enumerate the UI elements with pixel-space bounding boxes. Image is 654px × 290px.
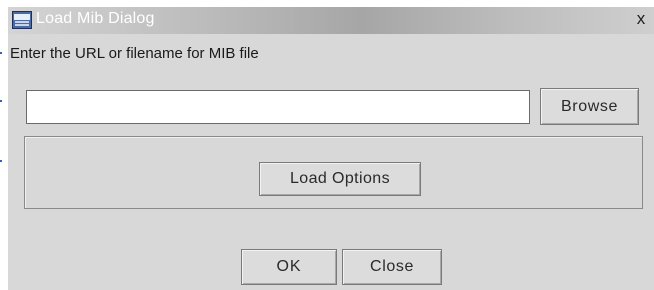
load-options-button[interactable]: Load Options [259,162,421,196]
edge-mark [0,52,2,54]
close-icon[interactable]: x [632,9,650,29]
instruction-label: Enter the URL or filename for MIB file [10,45,259,62]
app-window-icon [12,11,32,29]
ok-button[interactable]: OK [241,249,337,285]
edge-mark [0,160,2,162]
title-bar[interactable]: Load Mib Dialog x [8,7,654,34]
window-title: Load Mib Dialog [36,10,155,27]
close-button[interactable]: Close [342,249,442,285]
edge-mark [0,100,2,102]
load-mib-dialog: Load Mib Dialog x Enter the URL or filen… [8,7,654,290]
url-input[interactable] [26,90,530,124]
browse-button[interactable]: Browse [540,88,639,125]
